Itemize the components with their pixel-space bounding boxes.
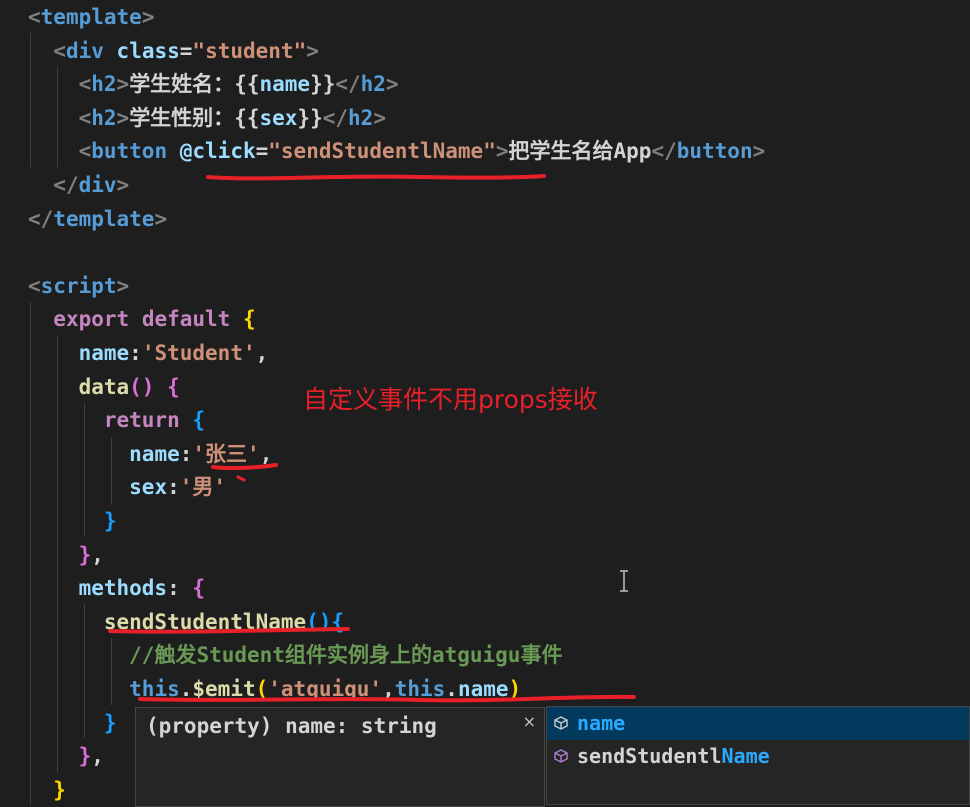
hover-tooltip: (property) name: string × <box>135 707 545 807</box>
property-icon <box>554 716 568 730</box>
underline-method-name <box>108 627 350 634</box>
suggestion-label: name <box>577 707 625 740</box>
suggestion-prefix-text: sendStudentl <box>577 744 722 768</box>
close-icon[interactable]: × <box>523 712 536 731</box>
suggestion-label: sendStudentlName <box>577 740 770 773</box>
suggestion-match-text: name <box>577 711 626 735</box>
underline-zhangsan <box>211 463 278 471</box>
underline-click-handler <box>206 174 546 181</box>
suggestion-widget[interactable]: name sendStudentlName <box>546 706 970 805</box>
annotation-note: 自定义事件不用props接收 <box>303 385 598 414</box>
underline-emit-call <box>138 694 636 703</box>
suggestion-item-sendStudentlName[interactable]: sendStudentlName <box>547 740 969 773</box>
underline-zhangsan-tail <box>236 475 246 482</box>
method-icon <box>554 749 568 763</box>
suggestion-match-text: Name <box>721 744 770 768</box>
code-editor[interactable]: <template> <div class="student"> <h2>学生姓… <box>0 0 970 807</box>
text-cursor-icon <box>620 570 628 592</box>
hover-type-info: (property) name: string <box>146 714 437 738</box>
suggestion-item-name[interactable]: name <box>547 707 969 740</box>
